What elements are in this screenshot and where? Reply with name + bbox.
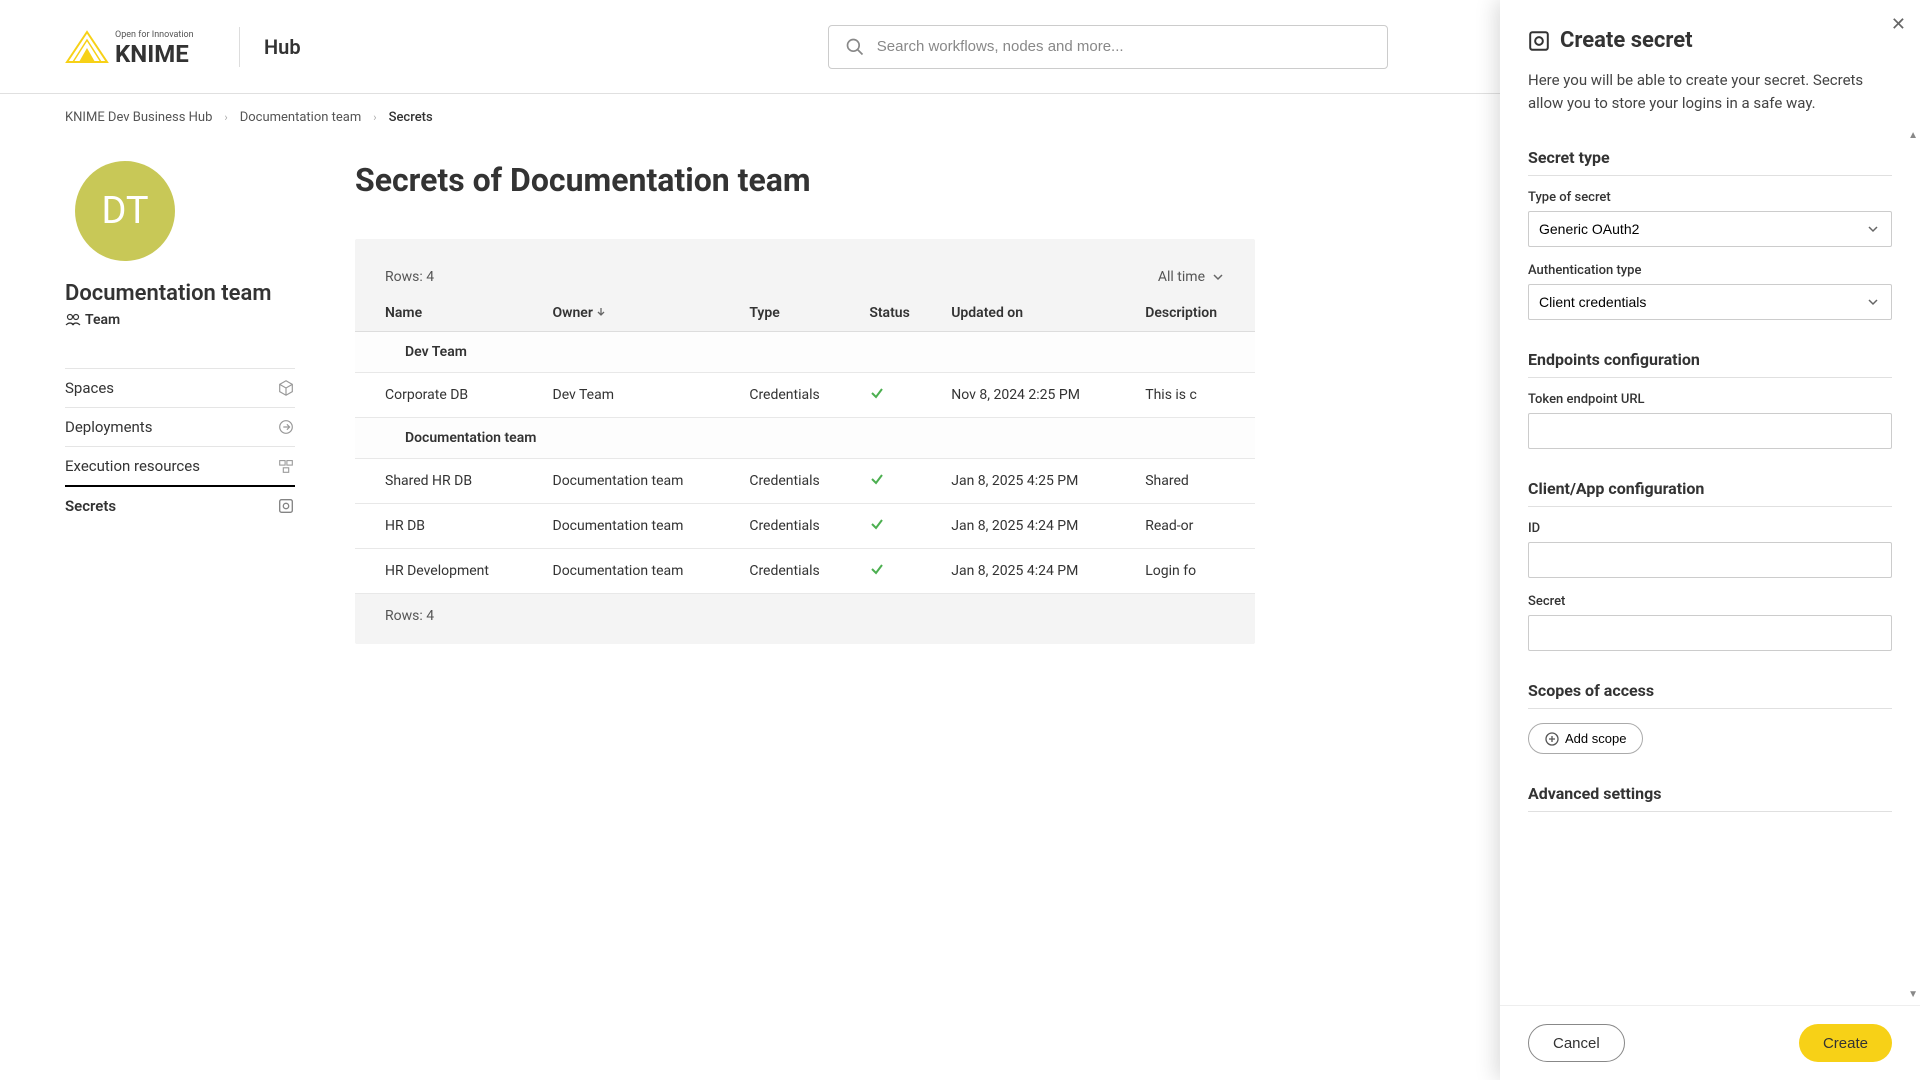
scroll-up-icon: ▲ bbox=[1908, 130, 1918, 141]
search-icon bbox=[845, 37, 865, 57]
create-button[interactable]: Create bbox=[1799, 1024, 1892, 1062]
page-title: Secrets of Documentation team bbox=[355, 161, 1255, 199]
col-type[interactable]: Type bbox=[737, 295, 857, 332]
table-group-row: Documentation team bbox=[355, 418, 1255, 459]
secrets-table: Name Owner Type Status Updated on Descri… bbox=[355, 295, 1255, 594]
breadcrumb-item[interactable]: KNIME Dev Business Hub bbox=[65, 110, 212, 125]
time-filter-label: All time bbox=[1158, 269, 1205, 285]
create-secret-drawer: ✕ Create secret Here you will be able to… bbox=[1500, 0, 1920, 1080]
client-secret-label: Secret bbox=[1528, 594, 1892, 609]
sidebar-item-spaces[interactable]: Spaces bbox=[65, 368, 295, 407]
sidebar-item-secrets[interactable]: Secrets bbox=[65, 485, 295, 525]
secrets-table-card: Rows: 4 All time Name Owner Type Status … bbox=[355, 239, 1255, 644]
sidebar-item-deployments[interactable]: Deployments bbox=[65, 407, 295, 446]
search-box[interactable] bbox=[828, 25, 1388, 69]
check-icon bbox=[869, 385, 885, 401]
section-advanced: Advanced settings bbox=[1528, 770, 1892, 812]
scroll-down-icon: ▼ bbox=[1908, 989, 1918, 1000]
sidebar-nav: Spaces Deployments Execution resources S… bbox=[65, 368, 295, 525]
drawer-footer: Cancel Create bbox=[1500, 1005, 1920, 1080]
secret-icon bbox=[277, 497, 295, 515]
chevron-right-icon: › bbox=[224, 111, 227, 124]
sidebar-item-label: Deployments bbox=[65, 418, 152, 436]
cube-icon bbox=[277, 379, 295, 397]
deploy-icon bbox=[277, 418, 295, 436]
people-icon bbox=[65, 313, 81, 327]
table-row[interactable]: Shared HR DBDocumentation teamCredential… bbox=[355, 459, 1255, 504]
client-secret-input[interactable] bbox=[1528, 615, 1892, 651]
auth-type-select[interactable]: Client credentials bbox=[1528, 284, 1892, 320]
team-badge: Team bbox=[65, 312, 295, 328]
svg-text:KNIME: KNIME bbox=[115, 40, 189, 68]
secret-icon bbox=[1528, 30, 1550, 52]
chevron-right-icon: › bbox=[373, 111, 376, 124]
drawer-title: Create secret bbox=[1560, 28, 1693, 53]
svg-text:Open for Innovation: Open for Innovation bbox=[115, 30, 194, 40]
table-row[interactable]: HR DevelopmentDocumentation teamCredenti… bbox=[355, 549, 1255, 594]
sidebar-item-execution[interactable]: Execution resources bbox=[65, 446, 295, 485]
sort-down-icon bbox=[596, 307, 606, 317]
add-scope-label: Add scope bbox=[1565, 731, 1626, 746]
auth-type-label: Authentication type bbox=[1528, 263, 1892, 278]
drawer-body[interactable]: Secret type Type of secret Generic OAuth… bbox=[1500, 134, 1920, 1005]
sidebar: DT Documentation team Team Spaces Deploy… bbox=[65, 161, 295, 644]
breadcrumb-item[interactable]: Documentation team bbox=[240, 110, 362, 125]
col-updated[interactable]: Updated on bbox=[939, 295, 1133, 332]
col-name[interactable]: Name bbox=[355, 295, 541, 332]
col-status[interactable]: Status bbox=[857, 295, 939, 332]
breadcrumb-item-current: Secrets bbox=[389, 110, 433, 125]
section-scopes: Scopes of access bbox=[1528, 667, 1892, 709]
col-desc[interactable]: Description bbox=[1133, 295, 1255, 332]
token-url-label: Token endpoint URL bbox=[1528, 392, 1892, 407]
avatar: DT bbox=[75, 161, 175, 261]
section-endpoints: Endpoints configuration bbox=[1528, 336, 1892, 378]
check-icon bbox=[869, 516, 885, 532]
section-client: Client/App configuration bbox=[1528, 465, 1892, 507]
knime-logo: Open for Innovation KNIME bbox=[65, 22, 215, 72]
client-id-label: ID bbox=[1528, 521, 1892, 536]
client-id-input[interactable] bbox=[1528, 542, 1892, 578]
hub-label: Hub bbox=[264, 35, 301, 59]
rows-count-footer: Rows: 4 bbox=[355, 594, 1255, 624]
close-icon[interactable]: ✕ bbox=[1891, 14, 1906, 35]
resources-icon bbox=[277, 457, 295, 475]
header-divider bbox=[239, 27, 240, 67]
rows-count: Rows: 4 bbox=[385, 269, 434, 285]
type-of-secret-label: Type of secret bbox=[1528, 190, 1892, 205]
chevron-down-icon bbox=[1211, 270, 1225, 284]
sidebar-item-label: Execution resources bbox=[65, 457, 200, 475]
plus-circle-icon bbox=[1545, 732, 1559, 746]
check-icon bbox=[869, 471, 885, 487]
section-secret-type: Secret type bbox=[1528, 134, 1892, 176]
table-row[interactable]: HR DBDocumentation teamCredentialsJan 8,… bbox=[355, 504, 1255, 549]
add-scope-button[interactable]: Add scope bbox=[1528, 723, 1643, 754]
token-url-input[interactable] bbox=[1528, 413, 1892, 449]
sidebar-item-label: Spaces bbox=[65, 379, 114, 397]
sidebar-item-label: Secrets bbox=[65, 497, 116, 515]
col-owner[interactable]: Owner bbox=[541, 295, 738, 332]
main-content: Secrets of Documentation team Rows: 4 Al… bbox=[355, 161, 1255, 644]
check-icon bbox=[869, 561, 885, 577]
time-filter[interactable]: All time bbox=[1158, 269, 1225, 285]
logo-area[interactable]: Open for Innovation KNIME bbox=[65, 22, 215, 72]
table-row[interactable]: Corporate DBDev TeamCredentialsNov 8, 20… bbox=[355, 373, 1255, 418]
team-name: Documentation team bbox=[65, 281, 295, 306]
drawer-description: Here you will be able to create your sec… bbox=[1528, 69, 1892, 114]
type-of-secret-select[interactable]: Generic OAuth2 bbox=[1528, 211, 1892, 247]
team-badge-label: Team bbox=[85, 312, 120, 328]
table-group-row: Dev Team bbox=[355, 332, 1255, 373]
cancel-button[interactable]: Cancel bbox=[1528, 1024, 1625, 1062]
search-input[interactable] bbox=[877, 38, 1371, 55]
